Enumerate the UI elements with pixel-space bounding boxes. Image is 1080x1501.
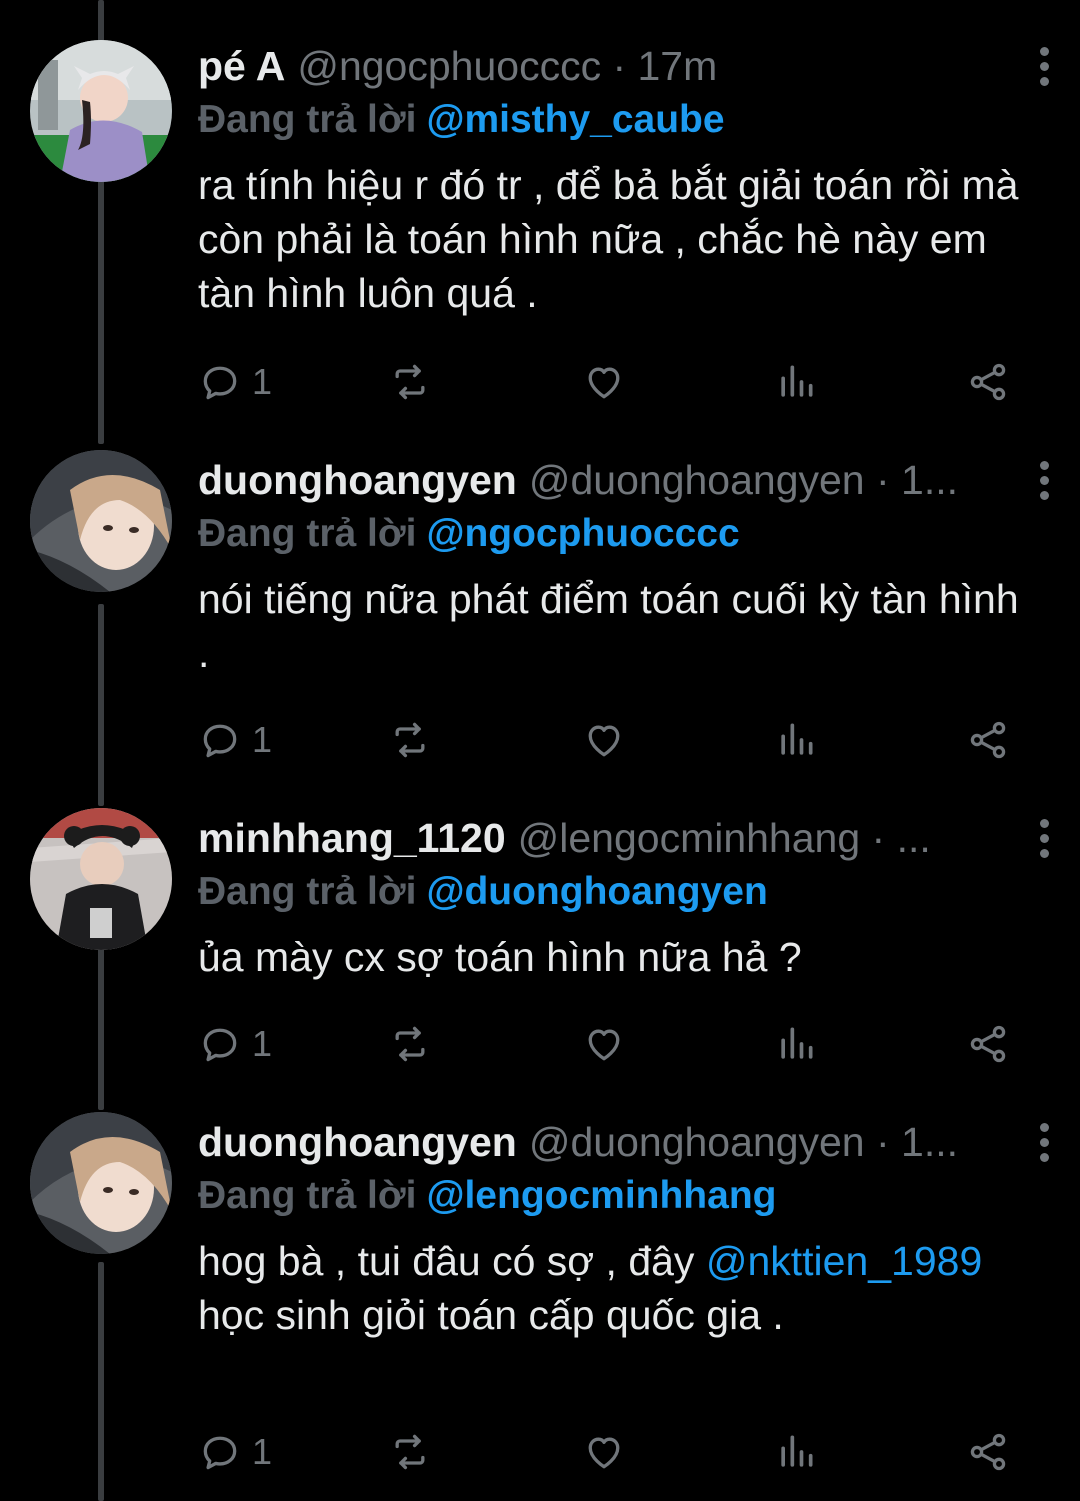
replying-prefix: Đang trả lời <box>198 870 417 913</box>
views-button[interactable] <box>774 1422 818 1482</box>
retweet-button[interactable] <box>388 352 432 412</box>
tweet-header: minhhang_1120 @lengocminhhang · ... <box>198 812 1020 864</box>
like-button[interactable] <box>582 710 626 770</box>
views-button[interactable] <box>774 1014 818 1074</box>
reply-count: 1 <box>252 1431 273 1472</box>
display-name[interactable]: duonghoangyen <box>198 1116 517 1168</box>
more-icon[interactable] <box>1024 454 1064 506</box>
handle-and-time[interactable]: @duonghoangyen · 1... <box>529 454 958 506</box>
handle-and-time[interactable]: @lengocminhhang · ... <box>518 812 931 864</box>
replying-to-mention[interactable]: @misthy_caube <box>426 98 724 141</box>
retweet-icon <box>395 722 425 758</box>
avatar[interactable] <box>30 450 172 592</box>
tweet-text: ủa mày cx sợ toán hình nữa hả ? <box>198 934 802 980</box>
handle-and-time[interactable]: @ngocphuocccc · 17m <box>297 40 717 92</box>
inline-mention[interactable]: @nkttien_1989 <box>706 1238 982 1284</box>
display-name[interactable]: pé A <box>198 40 285 92</box>
share-icon <box>970 1433 1006 1471</box>
handle-and-time[interactable]: @duonghoangyen · 1... <box>529 1116 958 1168</box>
share-button[interactable] <box>966 1014 1010 1074</box>
retweet-button[interactable] <box>388 1422 432 1482</box>
replying-to: Đang trả lời @misthy_caube <box>198 96 1020 144</box>
reply-button[interactable]: 1 <box>198 710 272 770</box>
tweet-actions: 1 <box>198 1014 1018 1074</box>
tweet-header: duonghoangyen @duonghoangyen · 1... <box>198 454 1020 506</box>
display-name[interactable]: minhhang_1120 <box>198 812 506 864</box>
views-icon <box>781 365 813 397</box>
like-icon <box>588 1437 620 1469</box>
tweet-text: nói tiếng nữa phát điểm toán cuối kỳ tàn… <box>198 576 1031 676</box>
reply-icon <box>203 1028 237 1062</box>
replying-to-mention[interactable]: @ngocphuocccc <box>426 512 739 555</box>
reply-icon <box>203 366 237 400</box>
avatar[interactable] <box>30 808 172 950</box>
replying-to: Đang trả lời @lengocminhhang <box>198 1172 1020 1220</box>
avatar[interactable] <box>30 40 172 182</box>
share-button[interactable] <box>966 1422 1010 1482</box>
more-icon[interactable] <box>1024 812 1064 864</box>
views-icon <box>781 723 813 755</box>
replying-to: Đang trả lời @ngocphuocccc <box>198 510 1020 558</box>
like-button[interactable] <box>582 1014 626 1074</box>
reply-icon <box>203 724 237 758</box>
like-icon <box>588 1029 620 1061</box>
reply-count: 1 <box>252 719 273 760</box>
share-button[interactable] <box>966 710 1010 770</box>
tweet-text-part: hog bà , tui đâu có sợ , đây <box>198 1238 706 1284</box>
views-icon <box>781 1435 813 1467</box>
replying-to-mention[interactable]: @duonghoangyen <box>426 870 767 913</box>
replying-prefix: Đang trả lời <box>198 98 417 141</box>
tweet-actions: 1 <box>198 1422 1018 1482</box>
avatar[interactable] <box>30 1112 172 1254</box>
retweet-icon <box>395 1026 425 1062</box>
more-icon[interactable] <box>1024 40 1064 92</box>
like-button[interactable] <box>582 1422 626 1482</box>
reply-count: 1 <box>252 361 273 402</box>
replying-to-mention[interactable]: @lengocminhhang <box>426 1174 776 1217</box>
tweet-text: ra tính hiệu r đó tr , để bả bắt giải to… <box>198 162 1030 316</box>
share-icon <box>970 1025 1006 1063</box>
retweet-button[interactable] <box>388 1014 432 1074</box>
like-icon <box>588 367 620 399</box>
tweet-header: pé A @ngocphuocccc · 17m <box>198 40 1020 92</box>
share-icon <box>970 721 1006 759</box>
tweet-header: duonghoangyen @duonghoangyen · 1... <box>198 1116 1020 1168</box>
more-icon[interactable] <box>1024 1116 1064 1168</box>
reply-button[interactable]: 1 <box>198 1422 272 1482</box>
replying-to: Đang trả lời @duonghoangyen <box>198 868 1020 916</box>
like-button[interactable] <box>582 352 626 412</box>
retweet-icon <box>395 1434 425 1470</box>
reply-button[interactable]: 1 <box>198 352 272 412</box>
thread-line <box>98 0 104 44</box>
views-button[interactable] <box>774 352 818 412</box>
replying-prefix: Đang trả lời <box>198 512 417 555</box>
reply-button[interactable]: 1 <box>198 1014 272 1074</box>
like-icon <box>588 725 620 757</box>
views-button[interactable] <box>774 710 818 770</box>
share-button[interactable] <box>966 352 1010 412</box>
tweet-actions: 1 <box>198 710 1018 770</box>
tweet-actions: 1 <box>198 352 1018 412</box>
reply-count: 1 <box>252 1023 273 1064</box>
retweet-icon <box>395 364 425 400</box>
reply-icon <box>203 1436 237 1470</box>
tweet-text: hog bà , tui đâu có sợ , đây @nkttien_19… <box>198 1234 1020 1342</box>
retweet-button[interactable] <box>388 710 432 770</box>
replying-prefix: Đang trả lời <box>198 1174 417 1217</box>
display-name[interactable]: duonghoangyen <box>198 454 517 506</box>
share-icon <box>970 363 1006 401</box>
views-icon <box>781 1027 813 1059</box>
